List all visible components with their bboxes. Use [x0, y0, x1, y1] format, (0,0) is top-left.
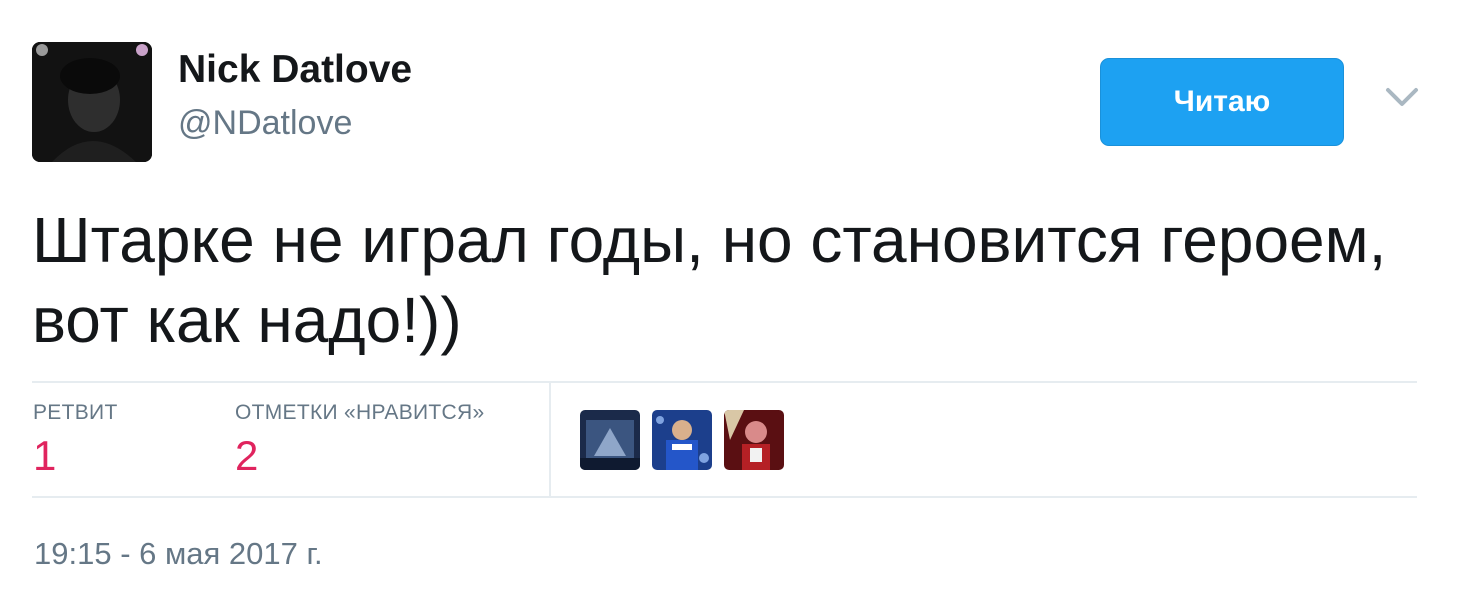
avatar-photo-icon: [32, 42, 152, 162]
liker-avatar-photo-icon: [580, 410, 640, 470]
liker-avatar-photo-icon: [652, 410, 712, 470]
liker-avatar[interactable]: [580, 410, 640, 470]
user-avatar[interactable]: [32, 42, 152, 162]
tweet-timestamp[interactable]: 19:15 - 6 мая 2017 г.: [34, 536, 323, 572]
display-name[interactable]: Nick Datlove: [178, 48, 412, 92]
stats-vertical-divider: [549, 383, 551, 496]
stats-top-divider: [32, 381, 1417, 383]
user-handle[interactable]: @NDatlove: [178, 104, 352, 143]
retweets-count[interactable]: 1: [33, 432, 56, 480]
liker-avatar-photo-icon: [724, 410, 784, 470]
likes-label[interactable]: ОТМЕТКИ «НРАВИТСЯ»: [235, 401, 484, 425]
likes-count[interactable]: 2: [235, 432, 258, 480]
retweets-label[interactable]: РЕТВИТ: [33, 401, 118, 425]
liker-avatar[interactable]: [724, 410, 784, 470]
chevron-down-icon[interactable]: [1384, 84, 1420, 110]
tweet-text: Штарке не играл годы, но становится геро…: [32, 204, 1387, 356]
liker-avatar[interactable]: [652, 410, 712, 470]
stats-bottom-divider: [32, 496, 1417, 498]
follow-button[interactable]: Читаю: [1100, 58, 1344, 146]
